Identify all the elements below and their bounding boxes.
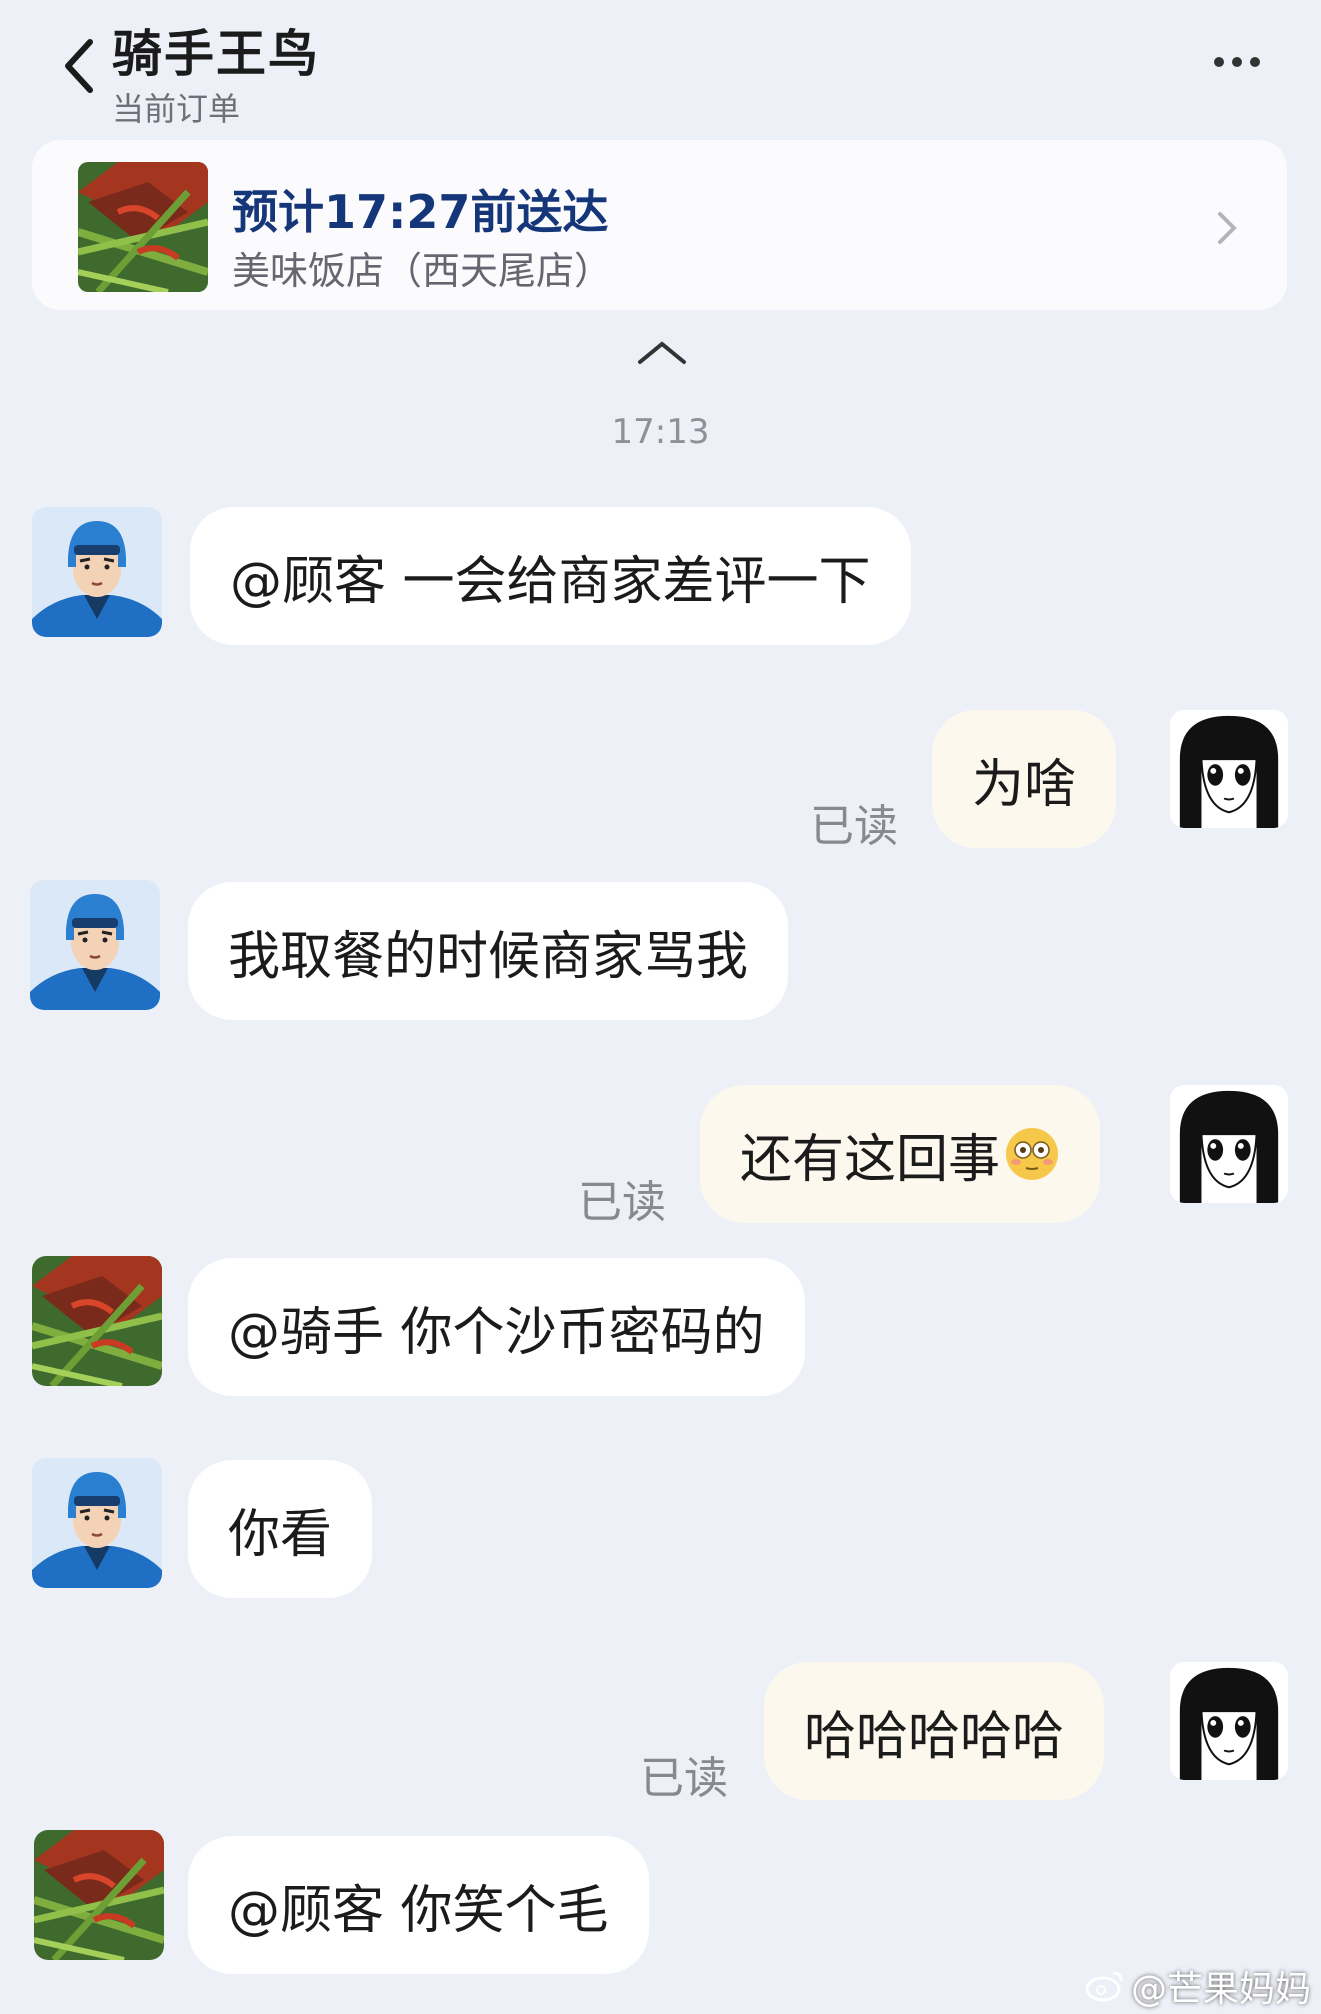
message-bubble[interactable]: @顾客 你笑个毛 <box>188 1836 649 1974</box>
read-receipt: 已读 <box>810 801 898 852</box>
weibo-watermark: @芒果妈妈 <box>1085 1960 1311 2012</box>
message-text: @顾客 你笑个毛 <box>228 1880 609 1941</box>
rider-avatar[interactable] <box>30 880 160 1010</box>
delivery-eta: 预计17:27前送达 <box>232 185 609 239</box>
merchant-avatar[interactable] <box>32 1256 162 1386</box>
weibo-logo-icon <box>1085 1971 1123 2002</box>
message-text: 你看 <box>228 1504 333 1565</box>
read-receipt: 已读 <box>640 1753 728 1804</box>
message-bubble[interactable]: 为啥 <box>932 710 1117 848</box>
message-text: 还有这回事 <box>740 1129 1001 1190</box>
chat-subtitle: 当前订单 <box>112 90 241 128</box>
message-text: 我取餐的时候商家骂我 <box>228 926 749 987</box>
message-text: @骑手 你个沙币密码的 <box>228 1302 765 1363</box>
merchant-avatar[interactable] <box>34 1830 164 1960</box>
message-timestamp: 17:13 <box>611 412 710 452</box>
message-bubble[interactable]: @骑手 你个沙币密码的 <box>188 1258 805 1396</box>
chat-header: 骑手王鸟 当前订单 <box>0 0 1321 130</box>
shop-name: 美味饭店（西天尾店） <box>232 249 613 293</box>
message-bubble[interactable]: @顾客 一会给商家差评一下 <box>190 507 911 645</box>
message-bubble[interactable]: 还有这回事 <box>700 1085 1101 1223</box>
rider-avatar[interactable] <box>32 1458 162 1588</box>
dish-thumbnail <box>78 162 208 292</box>
back-arrow-icon[interactable] <box>60 36 100 96</box>
message-bubble[interactable]: 你看 <box>188 1460 373 1598</box>
order-card[interactable]: 预计17:27前送达 美味饭店（西天尾店） <box>32 140 1287 310</box>
message-bubble[interactable]: 我取餐的时候商家骂我 <box>188 882 789 1020</box>
customer-avatar[interactable] <box>1170 1662 1288 1780</box>
more-options-icon[interactable] <box>1212 52 1262 72</box>
message-text: @顾客 一会给商家差评一下 <box>230 551 871 612</box>
message-bubble[interactable]: 哈哈哈哈哈 <box>764 1662 1105 1800</box>
chevron-right-icon <box>1218 212 1237 244</box>
collapse-chevron-icon[interactable] <box>634 338 690 368</box>
watermark-text: @芒果妈妈 <box>1131 1969 1312 2010</box>
message-text: 为啥 <box>972 754 1077 815</box>
rider-avatar[interactable] <box>32 507 162 637</box>
message-text: 哈哈哈哈哈 <box>804 1706 1065 1767</box>
customer-avatar[interactable] <box>1170 710 1288 828</box>
customer-avatar[interactable] <box>1170 1085 1288 1203</box>
read-receipt: 已读 <box>578 1177 666 1228</box>
flushed-face-icon <box>1006 1128 1059 1180</box>
chat-title: 骑手王鸟 <box>112 25 320 83</box>
